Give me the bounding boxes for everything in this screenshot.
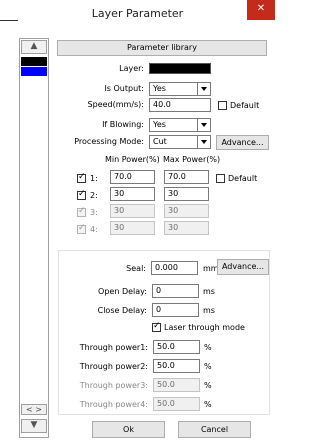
processing-mode-select[interactable]: Cut — [149, 135, 211, 149]
speed-input[interactable]: 40.0 — [149, 98, 211, 112]
through-power3-label: Through power3: — [79, 381, 148, 390]
through-power4-label: Through power4: — [79, 400, 148, 409]
power-row1-min[interactable]: 70.0 — [110, 170, 155, 184]
is-output-select[interactable]: Yes — [149, 82, 211, 96]
close-delay-unit: ms — [203, 306, 215, 315]
layer-item-blue[interactable] — [21, 67, 47, 76]
chevron-down-icon — [197, 119, 210, 131]
power-row1-max[interactable]: 70.0 — [164, 170, 209, 184]
through-power1-label: Through power1: — [79, 343, 148, 352]
close-delay-input[interactable]: 0 — [152, 303, 199, 317]
open-delay-input[interactable]: 0 — [152, 284, 199, 298]
scroll-lr-icon: < > — [26, 405, 42, 414]
speed-default-checkbox[interactable] — [218, 101, 227, 110]
seal-label: Seal: — [126, 264, 146, 273]
window-title: Layer Parameter — [91, 7, 184, 20]
through-power3-input[interactable]: 50.0 — [153, 378, 200, 392]
laser-through-checkbox[interactable] — [152, 321, 161, 332]
processing-mode-label: Processing Mode: — [74, 137, 144, 146]
is-output-label: Is Output: — [104, 84, 144, 93]
is-output-value: Yes — [153, 84, 166, 93]
power-row2-checkbox[interactable] — [77, 189, 86, 200]
power-row4-checkbox[interactable] — [77, 223, 86, 234]
close-delay-label: Close Delay: — [97, 306, 147, 315]
laser-through-label: Laser through mode — [164, 323, 245, 332]
power-row4-label: 4: — [90, 225, 98, 234]
layer-item-black[interactable] — [21, 57, 47, 66]
seal-advance-button[interactable]: Advance... — [217, 259, 269, 275]
max-power-header: Max Power(%) — [163, 155, 221, 164]
power-row4-max[interactable]: 30 — [164, 221, 209, 235]
scroll-up-icon: ▲ — [30, 41, 38, 51]
power-row3-min[interactable]: 30 — [110, 204, 155, 218]
processing-mode-value: Cut — [153, 137, 167, 146]
through-power3-unit: % — [204, 381, 212, 390]
power-row2-min[interactable]: 30 — [110, 187, 155, 201]
through-power2-label: Through power2: — [79, 362, 148, 371]
chevron-down-icon — [197, 83, 210, 95]
power-row3-max[interactable]: 30 — [164, 204, 209, 218]
power-default-label: Default — [228, 174, 258, 183]
speed-label: Speed(mm/s): — [87, 100, 144, 109]
cancel-button[interactable]: Cancel — [178, 421, 251, 438]
through-power4-input[interactable]: 50.0 — [153, 397, 200, 411]
through-power1-input[interactable]: 50.0 — [153, 340, 200, 354]
layer-list-panel — [19, 38, 49, 438]
through-power1-unit: % — [204, 343, 212, 352]
power-row2-max[interactable]: 30 — [164, 187, 209, 201]
layer-color-swatch[interactable] — [149, 63, 211, 74]
power-row1-label: 1: — [90, 174, 98, 183]
power-row3-checkbox[interactable] — [77, 206, 86, 217]
power-row3-label: 3: — [90, 208, 98, 217]
power-row1-checkbox[interactable] — [77, 172, 86, 183]
open-delay-unit: ms — [203, 287, 215, 296]
close-icon: ✕ — [256, 3, 266, 14]
power-row2-label: 2: — [90, 191, 98, 200]
through-power2-unit: % — [204, 362, 212, 371]
through-power2-input[interactable]: 50.0 — [153, 359, 200, 373]
speed-default-label: Default — [230, 101, 260, 110]
scroll-down-icon: ▼ — [30, 420, 38, 430]
if-blowing-select[interactable]: Yes — [149, 118, 211, 132]
min-power-header: Min Power(%) — [105, 155, 160, 164]
power-default-checkbox[interactable] — [216, 174, 225, 183]
open-delay-label: Open Delay: — [98, 287, 147, 296]
layer-label: Layer: — [119, 64, 144, 73]
power-row4-min[interactable]: 30 — [110, 221, 155, 235]
chevron-down-icon — [197, 136, 210, 148]
left-shadow-line — [0, 20, 18, 21]
if-blowing-label: If Blowing: — [102, 120, 144, 129]
through-power4-unit: % — [204, 400, 212, 409]
parameter-library-button[interactable]: Parameter library — [57, 40, 267, 56]
if-blowing-value: Yes — [153, 120, 166, 129]
ok-button[interactable]: Ok — [92, 421, 165, 438]
processing-advance-button[interactable]: Advance... — [216, 135, 269, 150]
seal-input[interactable]: 0.000 — [151, 261, 198, 275]
